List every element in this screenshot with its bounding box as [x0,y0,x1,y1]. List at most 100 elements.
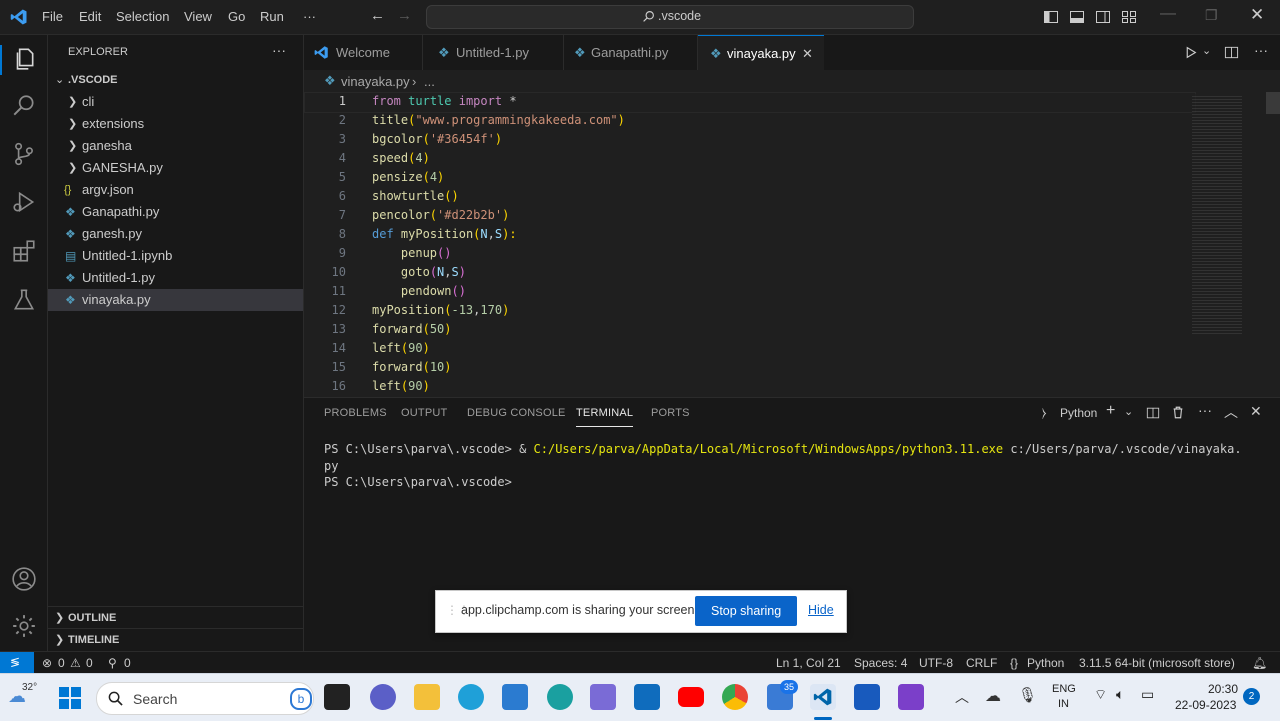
tab-output[interactable]: OUTPUT [401,407,447,419]
menu-edit[interactable]: Edit [79,9,101,24]
notifications-bell-icon[interactable]: 🔔︎ [1252,656,1267,670]
maximize-panel-icon[interactable]: ︿ [1224,402,1238,422]
menu-view[interactable]: View [184,9,212,24]
copilot-icon[interactable] [590,684,616,710]
tree-item[interactable]: ❖ Ganapathi.py [48,201,303,223]
volume-muted-icon[interactable]: 🔈︎ [1116,686,1124,703]
source-control-icon[interactable] [11,141,37,167]
outline-section[interactable]: ❯ OUTLINE [48,606,303,629]
tab-terminal[interactable]: TERMINAL [576,407,634,427]
menu-file[interactable]: File [42,9,63,24]
tab-untitled-1[interactable]: ❖ Untitled-1.py [423,35,564,70]
tree-item[interactable]: ❯ GANESHA.py [48,157,303,179]
microphone-icon[interactable]: 🎙︎ [1018,686,1037,704]
file-explorer-icon[interactable] [414,684,440,710]
explorer-icon[interactable] [11,46,37,72]
testing-icon[interactable] [11,287,37,313]
panel-more-icon[interactable]: ··· [1198,402,1212,418]
tree-item[interactable]: ▤ Untitled-1.ipynb [48,245,303,267]
tree-root[interactable]: ⌄ .VSCODE [48,69,303,91]
tree-item-selected[interactable]: ❖ vinayaka.py [48,289,303,311]
tab-debug-console[interactable]: DEBUG CONSOLE [467,407,566,419]
notification-badge[interactable]: 2 [1243,688,1260,705]
search-view-icon[interactable] [11,93,37,119]
language-secondary[interactable]: IN [1058,698,1069,710]
menu-go[interactable]: Go [228,9,245,24]
edge-icon[interactable] [458,684,484,710]
close-window-icon[interactable]: ✕ [1250,5,1264,25]
run-dropdown-icon[interactable]: ⌄ [1202,44,1211,57]
errors-count[interactable]: 0 [58,656,65,670]
tab-ports[interactable]: PORTS [651,407,690,419]
breadcrumb-rest[interactable]: ... [424,74,435,89]
encoding[interactable]: UTF-8 [919,656,953,670]
vscode-taskbar-icon[interactable] [810,684,836,710]
close-tab-icon[interactable]: ✕ [802,36,813,71]
clipchamp-icon[interactable] [898,684,924,710]
minimize-icon[interactable]: — [1160,5,1176,23]
indentation[interactable]: Spaces: 4 [854,656,907,670]
menu-selection[interactable]: Selection [116,9,169,24]
language-mode[interactable]: Python [1027,656,1064,670]
split-terminal-icon[interactable] [1146,406,1160,420]
explorer-more-icon[interactable]: ··· [272,42,286,58]
scrollbar-thumb[interactable] [1266,92,1280,114]
wifi-icon[interactable]: ⌔ [1094,686,1107,704]
outlook-icon[interactable] [634,684,660,710]
errors-icon[interactable]: ⊗ [42,656,52,670]
restore-icon[interactable]: ❐ [1205,7,1218,24]
tree-item[interactable]: ❯ cli [48,91,303,113]
editor-more-icon[interactable]: ··· [1254,42,1268,58]
taskbar-search-box[interactable]: Search b [96,682,314,715]
windows-start-icon[interactable] [58,686,82,710]
run-play-icon[interactable] [1184,46,1197,59]
ports-count[interactable]: 0 [124,656,131,670]
extensions-icon[interactable] [11,238,37,264]
breadcrumb-file[interactable]: vinayaka.py [341,74,410,89]
stop-sharing-button[interactable]: Stop sharing [695,596,797,626]
clock-time[interactable]: 20:30 [1208,682,1238,696]
forward-arrow-icon[interactable]: → [397,7,412,24]
close-panel-icon[interactable]: ✕ [1250,403,1262,420]
app-icon[interactable] [547,684,573,710]
vscode-logo-icon[interactable] [10,8,28,26]
chat-icon[interactable] [370,684,396,710]
code-editor[interactable]: 1 from turtle import * 2 title("www.prog… [304,92,1280,397]
terminal-dropdown-icon[interactable]: ⌄ [1124,405,1133,418]
toggle-secondary-sidebar-icon[interactable] [1095,9,1111,25]
show-hidden-icons[interactable]: ︿ [955,687,969,707]
account-icon[interactable] [11,566,37,592]
onedrive-icon[interactable]: ☁ [985,686,1001,706]
minimap[interactable] [1192,94,1242,336]
warnings-icon[interactable]: ⚠ [70,656,81,670]
tab-welcome[interactable]: Welcome [304,35,423,70]
toggle-primary-sidebar-icon[interactable] [1043,9,1059,25]
tab-vinayaka[interactable]: ❖ vinayaka.py ✕ [698,35,824,71]
ports-icon[interactable]: ⚲ [108,656,117,670]
warnings-count[interactable]: 0 [86,656,93,670]
toggle-panel-icon[interactable] [1069,9,1085,25]
settings-gear-icon[interactable] [11,613,37,639]
remote-indicator[interactable]: ≶ [0,652,34,674]
back-arrow-icon[interactable]: ← [370,7,385,24]
tree-item[interactable]: ❖ ganesh.py [48,223,303,245]
trash-icon[interactable] [1171,405,1185,420]
hide-link[interactable]: Hide [808,603,834,617]
cursor-position[interactable]: Ln 1, Col 21 [776,656,841,670]
python-interpreter[interactable]: 3.11.5 64-bit (microsoft store) [1079,656,1235,670]
split-editor-icon[interactable] [1224,45,1239,60]
tab-ganapathi[interactable]: ❖ Ganapathi.py [564,35,698,70]
task-view-icon[interactable] [324,684,350,710]
command-center-search[interactable]: .vscode [426,5,914,29]
word-icon[interactable] [854,684,880,710]
run-debug-icon[interactable] [11,189,37,215]
tree-item[interactable]: ❯ ganesha [48,135,303,157]
line-ending[interactable]: CRLF [966,656,997,670]
menu-more[interactable]: ··· [303,9,316,24]
new-terminal-icon[interactable]: + [1106,402,1115,420]
clock-date[interactable]: 22-09-2023 [1175,698,1236,712]
tree-item[interactable]: ❖ Untitled-1.py [48,267,303,289]
tree-item[interactable]: ❯ extensions [48,113,303,135]
terminal-shell-name[interactable]: Python [1060,406,1097,420]
battery-icon[interactable]: ▭ [1141,686,1154,703]
